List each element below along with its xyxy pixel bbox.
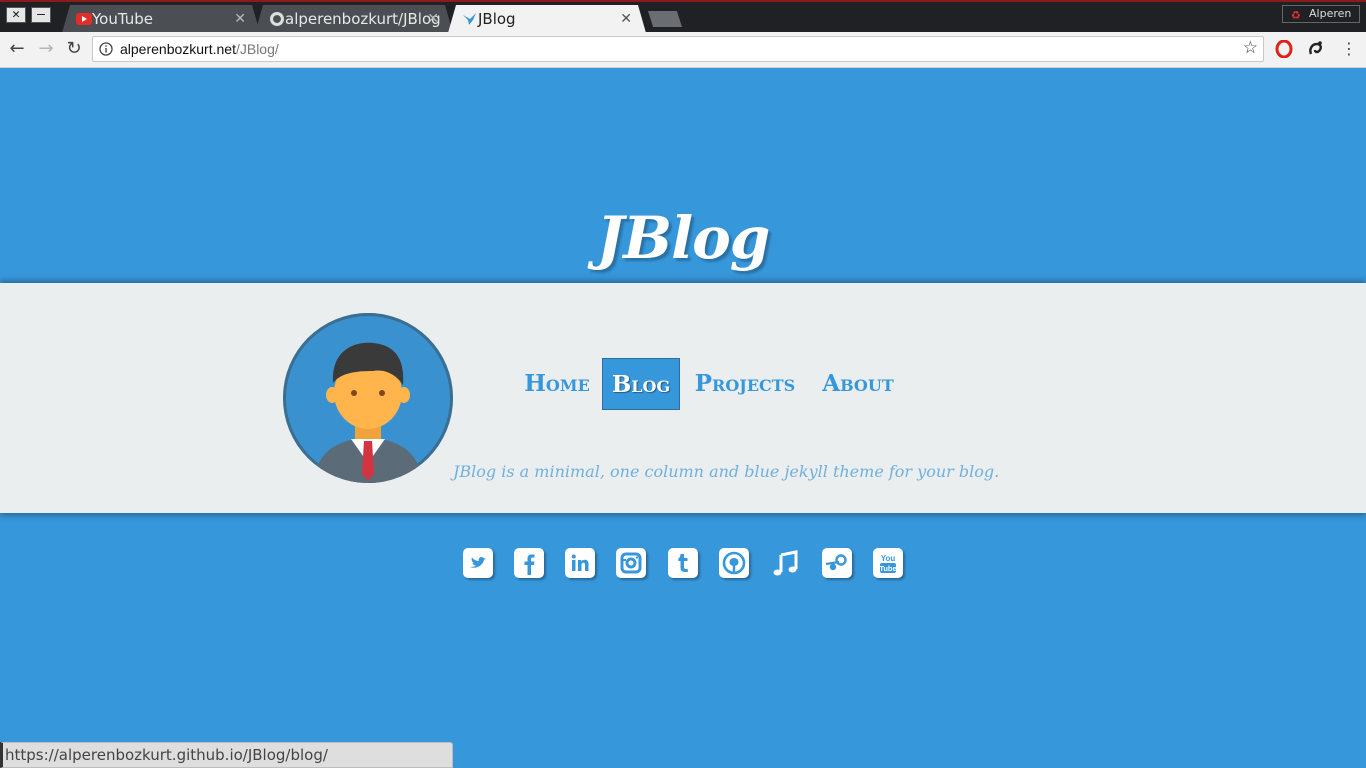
tab-title: YouTube xyxy=(92,10,153,28)
tab-close-icon[interactable]: ✕ xyxy=(234,5,246,33)
youtube-icon xyxy=(76,12,92,26)
youtube-icon[interactable]: You Tube xyxy=(873,548,903,578)
back-arrow-icon[interactable]: ← xyxy=(6,38,28,60)
svg-text:Tube: Tube xyxy=(879,564,896,573)
window-minimize-button[interactable]: — xyxy=(31,7,51,23)
instagram-icon[interactable] xyxy=(616,548,646,578)
svg-text:You: You xyxy=(881,554,896,563)
avatar xyxy=(283,313,453,483)
info-icon xyxy=(99,42,113,56)
window-close-button[interactable]: ✕ xyxy=(6,7,26,23)
nav-blog[interactable]: Blog xyxy=(602,358,680,410)
nav-about[interactable]: About xyxy=(812,358,904,410)
gnome-icon[interactable] xyxy=(1307,40,1325,58)
address-bar[interactable]: alperenbozkurt.net/JBlog/ ☆ xyxy=(92,36,1264,62)
opera-icon[interactable] xyxy=(1275,40,1293,58)
nav-projects[interactable]: Projects xyxy=(686,358,804,410)
linkedin-icon[interactable] xyxy=(565,548,595,578)
music-icon[interactable] xyxy=(770,548,800,578)
bookmark-star-icon[interactable]: ☆ xyxy=(1243,38,1258,58)
tab-title: JBlog xyxy=(478,10,516,28)
tab-close-icon[interactable]: ✕ xyxy=(620,5,632,33)
profile-icon: ♻ xyxy=(1291,9,1301,22)
tab-close-icon[interactable]: ✕ xyxy=(427,5,439,33)
profile-button[interactable]: ♻ Alperen xyxy=(1282,5,1360,23)
site-tagline: JBlog is a minimal, one column and blue … xyxy=(453,462,1000,481)
person-avatar-icon xyxy=(313,342,423,483)
reload-icon[interactable]: ↻ xyxy=(63,38,85,60)
profile-name: Alperen xyxy=(1309,7,1352,20)
steam-icon[interactable] xyxy=(822,548,852,578)
nav-home[interactable]: Home xyxy=(518,358,596,410)
tab-title: alperenbozkurt/JBlog xyxy=(285,10,441,28)
url-text: alperenbozkurt.net/JBlog/ xyxy=(120,40,279,58)
status-bar-url: https://alperenbozkurt.github.io/JBlog/b… xyxy=(0,742,453,768)
tab-youtube[interactable]: YouTube ✕ xyxy=(62,5,260,33)
github-icon xyxy=(269,12,285,26)
new-tab-button[interactable] xyxy=(648,11,682,27)
url-path: /JBlog/ xyxy=(235,41,279,57)
tab-github[interactable]: alperenbozkurt/JBlog ✕ xyxy=(255,5,453,33)
tab-jblog[interactable]: JBlog ✕ xyxy=(448,5,646,33)
browser-toolbar: ← → ↻ alperenbozkurt.net/JBlog/ ☆ ⋮ xyxy=(0,32,1366,68)
tumblr-icon[interactable] xyxy=(668,548,698,578)
browser-tab-bar: ✕ — YouTube ✕ alperenbozkurt/JBlog ✕ JBl… xyxy=(0,0,1366,32)
forward-arrow-icon[interactable]: → xyxy=(35,38,57,60)
site-title[interactable]: JBlog xyxy=(0,198,1366,278)
bird-icon xyxy=(462,12,478,26)
github-icon[interactable] xyxy=(719,548,749,578)
facebook-icon[interactable] xyxy=(514,548,544,578)
url-host: alperenbozkurt.net xyxy=(120,41,236,57)
twitter-icon[interactable] xyxy=(463,548,493,578)
menu-dots-icon[interactable]: ⋮ xyxy=(1338,38,1360,60)
